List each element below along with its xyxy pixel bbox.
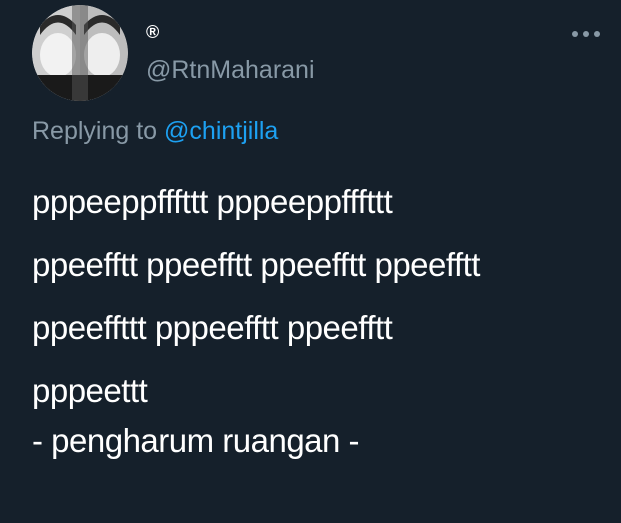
avatar[interactable] bbox=[32, 5, 128, 101]
replying-to: Replying to @chintjilla bbox=[32, 117, 278, 146]
display-name[interactable]: ® bbox=[146, 22, 159, 43]
more-dot bbox=[572, 31, 578, 37]
tweet-line: ppeeffttt pppeefftt ppeefftt bbox=[32, 309, 393, 346]
more-options-icon[interactable] bbox=[572, 22, 608, 46]
tweet-text: pppeeppfffttt pppeeppfffttt ppeefftt ppe… bbox=[32, 170, 612, 422]
more-dot bbox=[583, 31, 589, 37]
replying-prefix: Replying to bbox=[32, 117, 158, 145]
user-handle[interactable]: @RtnMaharani bbox=[146, 56, 315, 85]
tweet-line: pppeettt bbox=[32, 372, 148, 409]
more-dot bbox=[594, 31, 600, 37]
tweet-line: pppeeppfffttt pppeeppfffttt bbox=[32, 183, 393, 220]
tweet-line: ppeefftt ppeefftt ppeefftt ppeefftt bbox=[32, 246, 480, 283]
tweet-signature: - pengharum ruangan - bbox=[32, 422, 360, 459]
reply-mention-link[interactable]: @chintjilla bbox=[164, 117, 278, 145]
